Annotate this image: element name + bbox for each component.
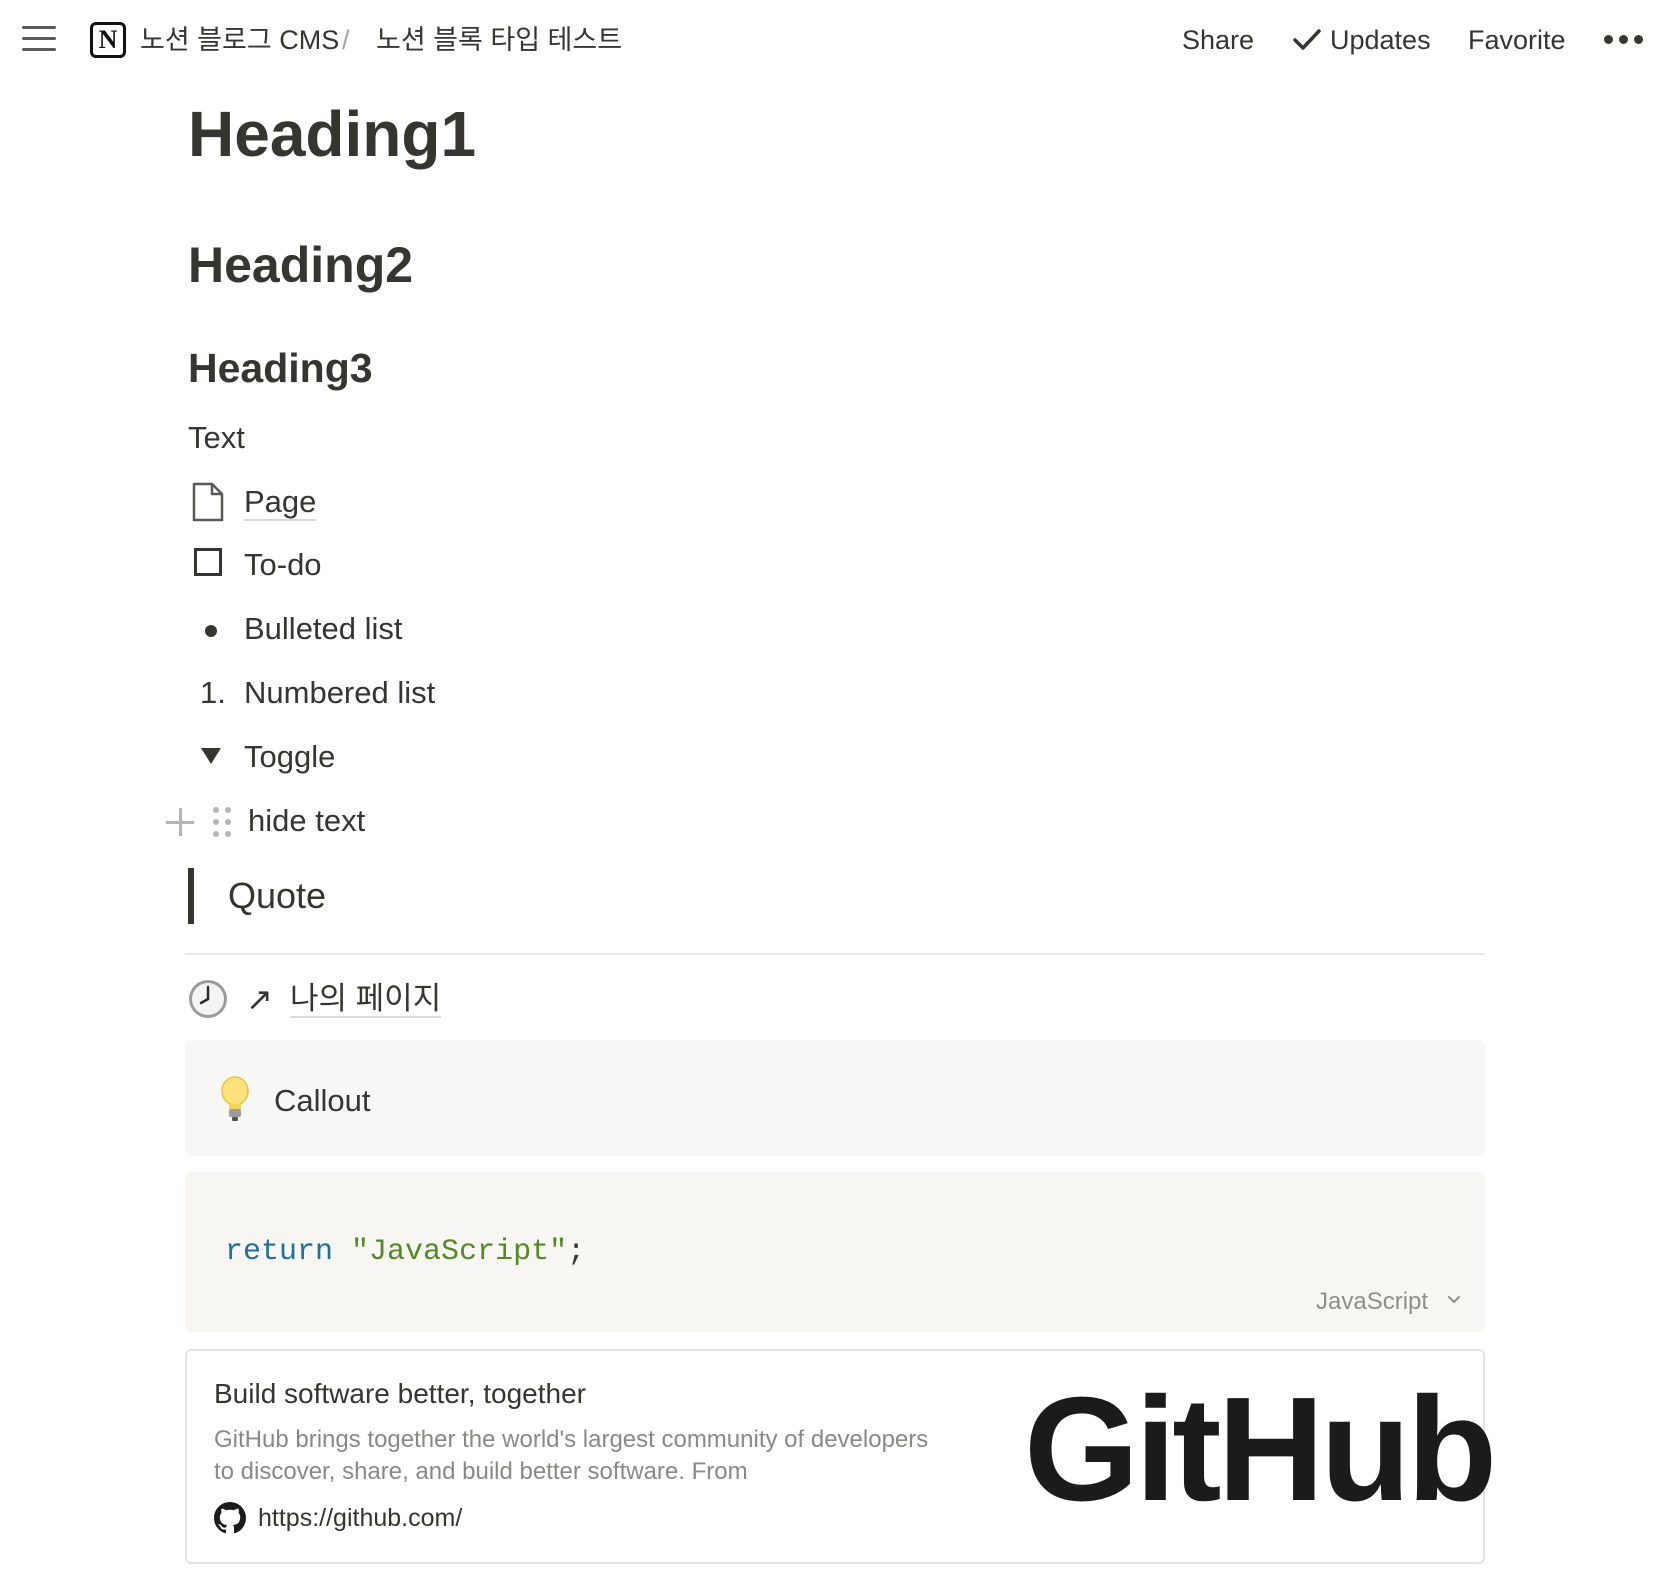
link-to-page[interactable]: 나의 페이지 — [290, 977, 442, 1021]
lightbulb-icon — [221, 1076, 249, 1121]
updates-button[interactable]: Updates — [1330, 20, 1431, 60]
page-link-label[interactable]: Page — [244, 484, 317, 521]
breadcrumb-current-page[interactable]: 노션 블록 타입 테스트 — [376, 20, 622, 60]
quote-text: Quote — [228, 875, 327, 916]
bookmark-description: GitHub brings together the world's large… — [214, 1426, 929, 1485]
bulleted-list-item: Bulleted list — [244, 611, 403, 646]
divider — [185, 953, 1485, 955]
more-options-icon[interactable] — [1604, 35, 1644, 45]
toggle-label[interactable]: Toggle — [244, 735, 335, 779]
notion-logo-icon: N — [90, 22, 126, 58]
numbered-marker: 1. — [200, 675, 226, 710]
breadcrumb-separator: / — [342, 25, 350, 55]
callout-text: Callout — [274, 1083, 371, 1118]
code-string: "JavaScript" — [351, 1235, 568, 1269]
clock-icon — [189, 980, 227, 1018]
heading-2: Heading2 — [188, 237, 414, 293]
share-button[interactable]: Share — [1182, 20, 1254, 60]
toggle-arrow-icon[interactable] — [201, 748, 221, 764]
add-block-icon[interactable] — [166, 808, 194, 836]
github-icon — [214, 1502, 246, 1534]
code-content[interactable]: return "JavaScript"; — [225, 1231, 585, 1273]
code-language-selector[interactable]: JavaScript — [1316, 1285, 1428, 1319]
heading-3: Heading3 — [188, 345, 373, 391]
check-icon — [1293, 29, 1321, 50]
todo-checkbox[interactable] — [194, 548, 222, 576]
quote-bar — [188, 868, 194, 924]
chevron-down-icon[interactable] — [1447, 1293, 1461, 1307]
todo-label: To-do — [244, 547, 322, 582]
link-to-page-label[interactable]: 나의 페이지 — [290, 981, 442, 1018]
bookmark-url: https://github.com/ — [258, 1504, 463, 1532]
callout-block — [185, 1040, 1485, 1156]
bullet-marker — [205, 625, 217, 637]
link-arrow-icon: ↗ — [246, 981, 273, 1017]
code-terminator: ; — [567, 1235, 586, 1269]
text-block: Text — [188, 420, 245, 455]
bookmark-title: Build software better, together — [214, 1378, 586, 1409]
code-keyword: return — [225, 1235, 334, 1269]
favorite-button[interactable]: Favorite — [1468, 20, 1566, 60]
numbered-list-item: Numbered list — [244, 675, 436, 710]
drag-handle-icon[interactable] — [213, 807, 231, 837]
page-link[interactable]: Page — [244, 480, 317, 524]
breadcrumb-workspace[interactable]: 노션 블로그 CMS — [140, 20, 339, 60]
sidebar-menu-icon[interactable] — [22, 26, 56, 52]
page-icon — [192, 482, 224, 522]
heading-1: Heading1 — [188, 98, 477, 170]
github-wordmark-image: GitHub — [1024, 1367, 1497, 1532]
toggle-child-text: hide text — [248, 803, 366, 838]
